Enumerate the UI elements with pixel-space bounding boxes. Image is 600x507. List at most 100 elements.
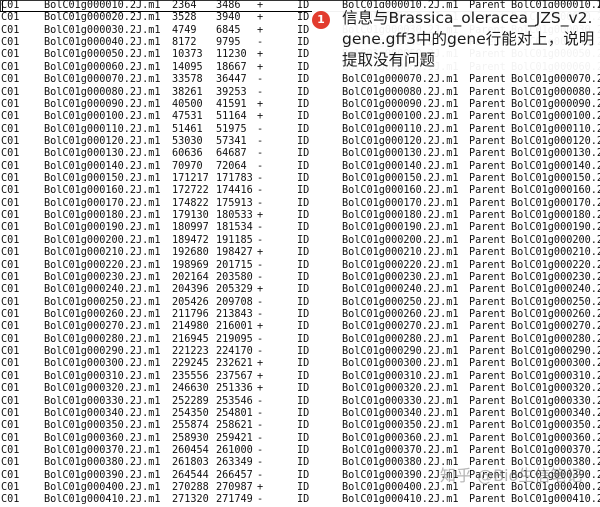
cell-parent-id: BolC01g000340.2J xyxy=(511,407,600,419)
cell-attr-key: ID xyxy=(297,111,310,123)
cell-start: 172722 xyxy=(172,185,209,197)
cell-transcript-id: BolC01g000080.2J.m1 xyxy=(342,86,459,98)
cell-parent-id: BolC01g000290.2J xyxy=(511,346,600,358)
cell-seqid: C01 xyxy=(1,358,20,370)
cell-transcript-id: BolC01g000290.2J.m1 xyxy=(342,346,459,358)
cell-parent-key: Parent xyxy=(469,321,506,333)
cell-seqid: C01 xyxy=(1,37,20,49)
cell-seqid: C01 xyxy=(1,148,20,160)
cell-strand: - xyxy=(257,271,264,283)
cell-attr-key: ID xyxy=(297,494,310,506)
cell-start: 205426 xyxy=(172,296,209,308)
cell-attr-key: ID xyxy=(297,271,310,283)
cell-end: 203580 xyxy=(216,271,253,283)
cell-strand: - xyxy=(257,457,264,469)
cell-start: 221223 xyxy=(172,346,209,358)
cell-parent-key: Parent xyxy=(469,210,506,222)
cell-transcript-id: BolC01g000100.2J.m1 xyxy=(342,111,459,123)
cell-transcript-id: BolC01g000350.2J.m1 xyxy=(342,420,459,432)
cell-strand: + xyxy=(257,61,264,73)
cell-end: 9795 xyxy=(216,37,241,49)
cell-strand: - xyxy=(257,494,264,506)
cell-transcript-id: BolC01g000260.2J.m1 xyxy=(342,308,459,320)
cell-attr-key: ID xyxy=(297,308,310,320)
cell-seqid: C01 xyxy=(1,494,20,506)
cell-transcript-id: BolC01g000410.2J.m1 xyxy=(342,494,459,506)
cell-transcript-id: BolC01g000360.2J.m1 xyxy=(342,432,459,444)
cell-strand: + xyxy=(257,370,264,382)
cell-parent-id: BolC01g000170.2J xyxy=(511,197,600,209)
cell-parent-id: BolC01g000190.2J xyxy=(511,222,600,234)
cell-transcript: BolC01g000220.2J.m1 xyxy=(44,259,161,271)
cell-attr-key: ID xyxy=(297,395,310,407)
cell-transcript: BolC01g000170.2J.m1 xyxy=(44,197,161,209)
cell-start: 8172 xyxy=(172,37,197,49)
cell-start: 179130 xyxy=(172,210,209,222)
cell-start: 192680 xyxy=(172,247,209,259)
cell-start: 229245 xyxy=(172,358,209,370)
cell-attr-key: ID xyxy=(297,12,310,24)
table-row: C01 BolC01g000150.2J.m1 171217 171783- ID Bol… xyxy=(0,173,600,185)
cell-end: 175913 xyxy=(216,197,253,209)
cell-strand: - xyxy=(257,135,264,147)
table-row: C01 BolC01g000300.2J.m1 229245 232621 + ID Bol… xyxy=(0,358,600,370)
cell-seqid: C01 xyxy=(1,346,20,358)
cell-parent-key: Parent xyxy=(469,135,506,147)
cell-end: 263349 xyxy=(216,457,253,469)
cell-seqid: C01 xyxy=(1,296,20,308)
cell-start: 258930 xyxy=(172,432,209,444)
cell-attr-key: ID xyxy=(297,98,310,110)
cell-transcript: BolC01g000250.2J.m1 xyxy=(44,296,161,308)
cell-strand: - xyxy=(257,407,264,419)
cell-transcript: BolC01g000030.2J.m1 xyxy=(44,24,161,36)
cell-transcript: BolC01g000190.2J.m1 xyxy=(44,222,161,234)
cell-transcript-id: BolC01g000070.2J.m1 xyxy=(342,74,459,86)
cell-parent-key: Parent xyxy=(469,222,506,234)
cell-end: 253546 xyxy=(216,395,253,407)
cell-start: 60636 xyxy=(172,148,203,160)
cell-start: 204396 xyxy=(172,284,209,296)
cell-strand: + xyxy=(257,358,264,370)
table-row: C01 BolC01g000100.2J.m1 47531 51164 + ID BolC0… xyxy=(0,111,600,123)
cell-end: 259421 xyxy=(216,432,253,444)
cell-attr-key: ID xyxy=(297,383,310,395)
cell-parent-id: BolC01g000150.2J xyxy=(511,173,600,185)
annotation-callout: 1 信息与Brassica_oleracea_JZS_v2.gene.gff3中… xyxy=(312,8,600,74)
cell-strand: + xyxy=(257,383,264,395)
cell-parent-id: BolC01g000410.2J xyxy=(511,494,600,506)
cell-parent-key: Parent xyxy=(469,284,506,296)
cell-transcript-id: BolC01g000370.2J.m1 xyxy=(342,444,459,456)
cell-transcript: BolC01g000390.2J.m1 xyxy=(44,469,161,481)
table-row: C01 BolC01g000160.2J.m1 172722 174416- ID Bol… xyxy=(0,185,600,197)
cell-seqid: C01 xyxy=(1,321,20,333)
cell-transcript-id: BolC01g000230.2J.m1 xyxy=(342,271,459,283)
cell-attr-key: ID xyxy=(297,247,310,259)
cell-transcript-id: BolC01g000250.2J.m1 xyxy=(342,296,459,308)
cell-strand: + xyxy=(257,111,264,123)
cell-parent-key: Parent xyxy=(469,432,506,444)
cell-parent-key: Parent xyxy=(469,86,506,98)
cell-start: 202164 xyxy=(172,271,209,283)
cell-seqid: C01 xyxy=(1,234,20,246)
cell-strand: - xyxy=(257,148,264,160)
cell-strand: + xyxy=(257,24,264,36)
cell-seqid: C01 xyxy=(1,173,20,185)
cell-transcript-id: BolC01g000320.2J.m1 xyxy=(342,383,459,395)
cell-attr-key: ID xyxy=(297,482,310,494)
cell-strand: - xyxy=(257,234,264,246)
cell-seqid: C01 xyxy=(1,469,20,481)
cell-parent-id: BolC01g000280.2J xyxy=(511,333,600,345)
cell-strand: + xyxy=(257,49,264,61)
cell-attr-key: ID xyxy=(297,432,310,444)
cell-strand: - xyxy=(257,37,264,49)
cell-attr-key: ID xyxy=(297,469,310,481)
cell-transcript: BolC01g000130.2J.m1 xyxy=(44,148,161,160)
cell-parent-id: BolC01g000120.2J xyxy=(511,135,600,147)
cell-end: 180533 xyxy=(216,210,253,222)
cell-attr-key: ID xyxy=(297,346,310,358)
cell-end: 261000 xyxy=(216,444,253,456)
cell-seqid: C01 xyxy=(1,185,20,197)
cell-attr-key: ID xyxy=(297,49,310,61)
cell-end: 232621 xyxy=(216,358,253,370)
cell-seqid: C01 xyxy=(1,0,20,12)
